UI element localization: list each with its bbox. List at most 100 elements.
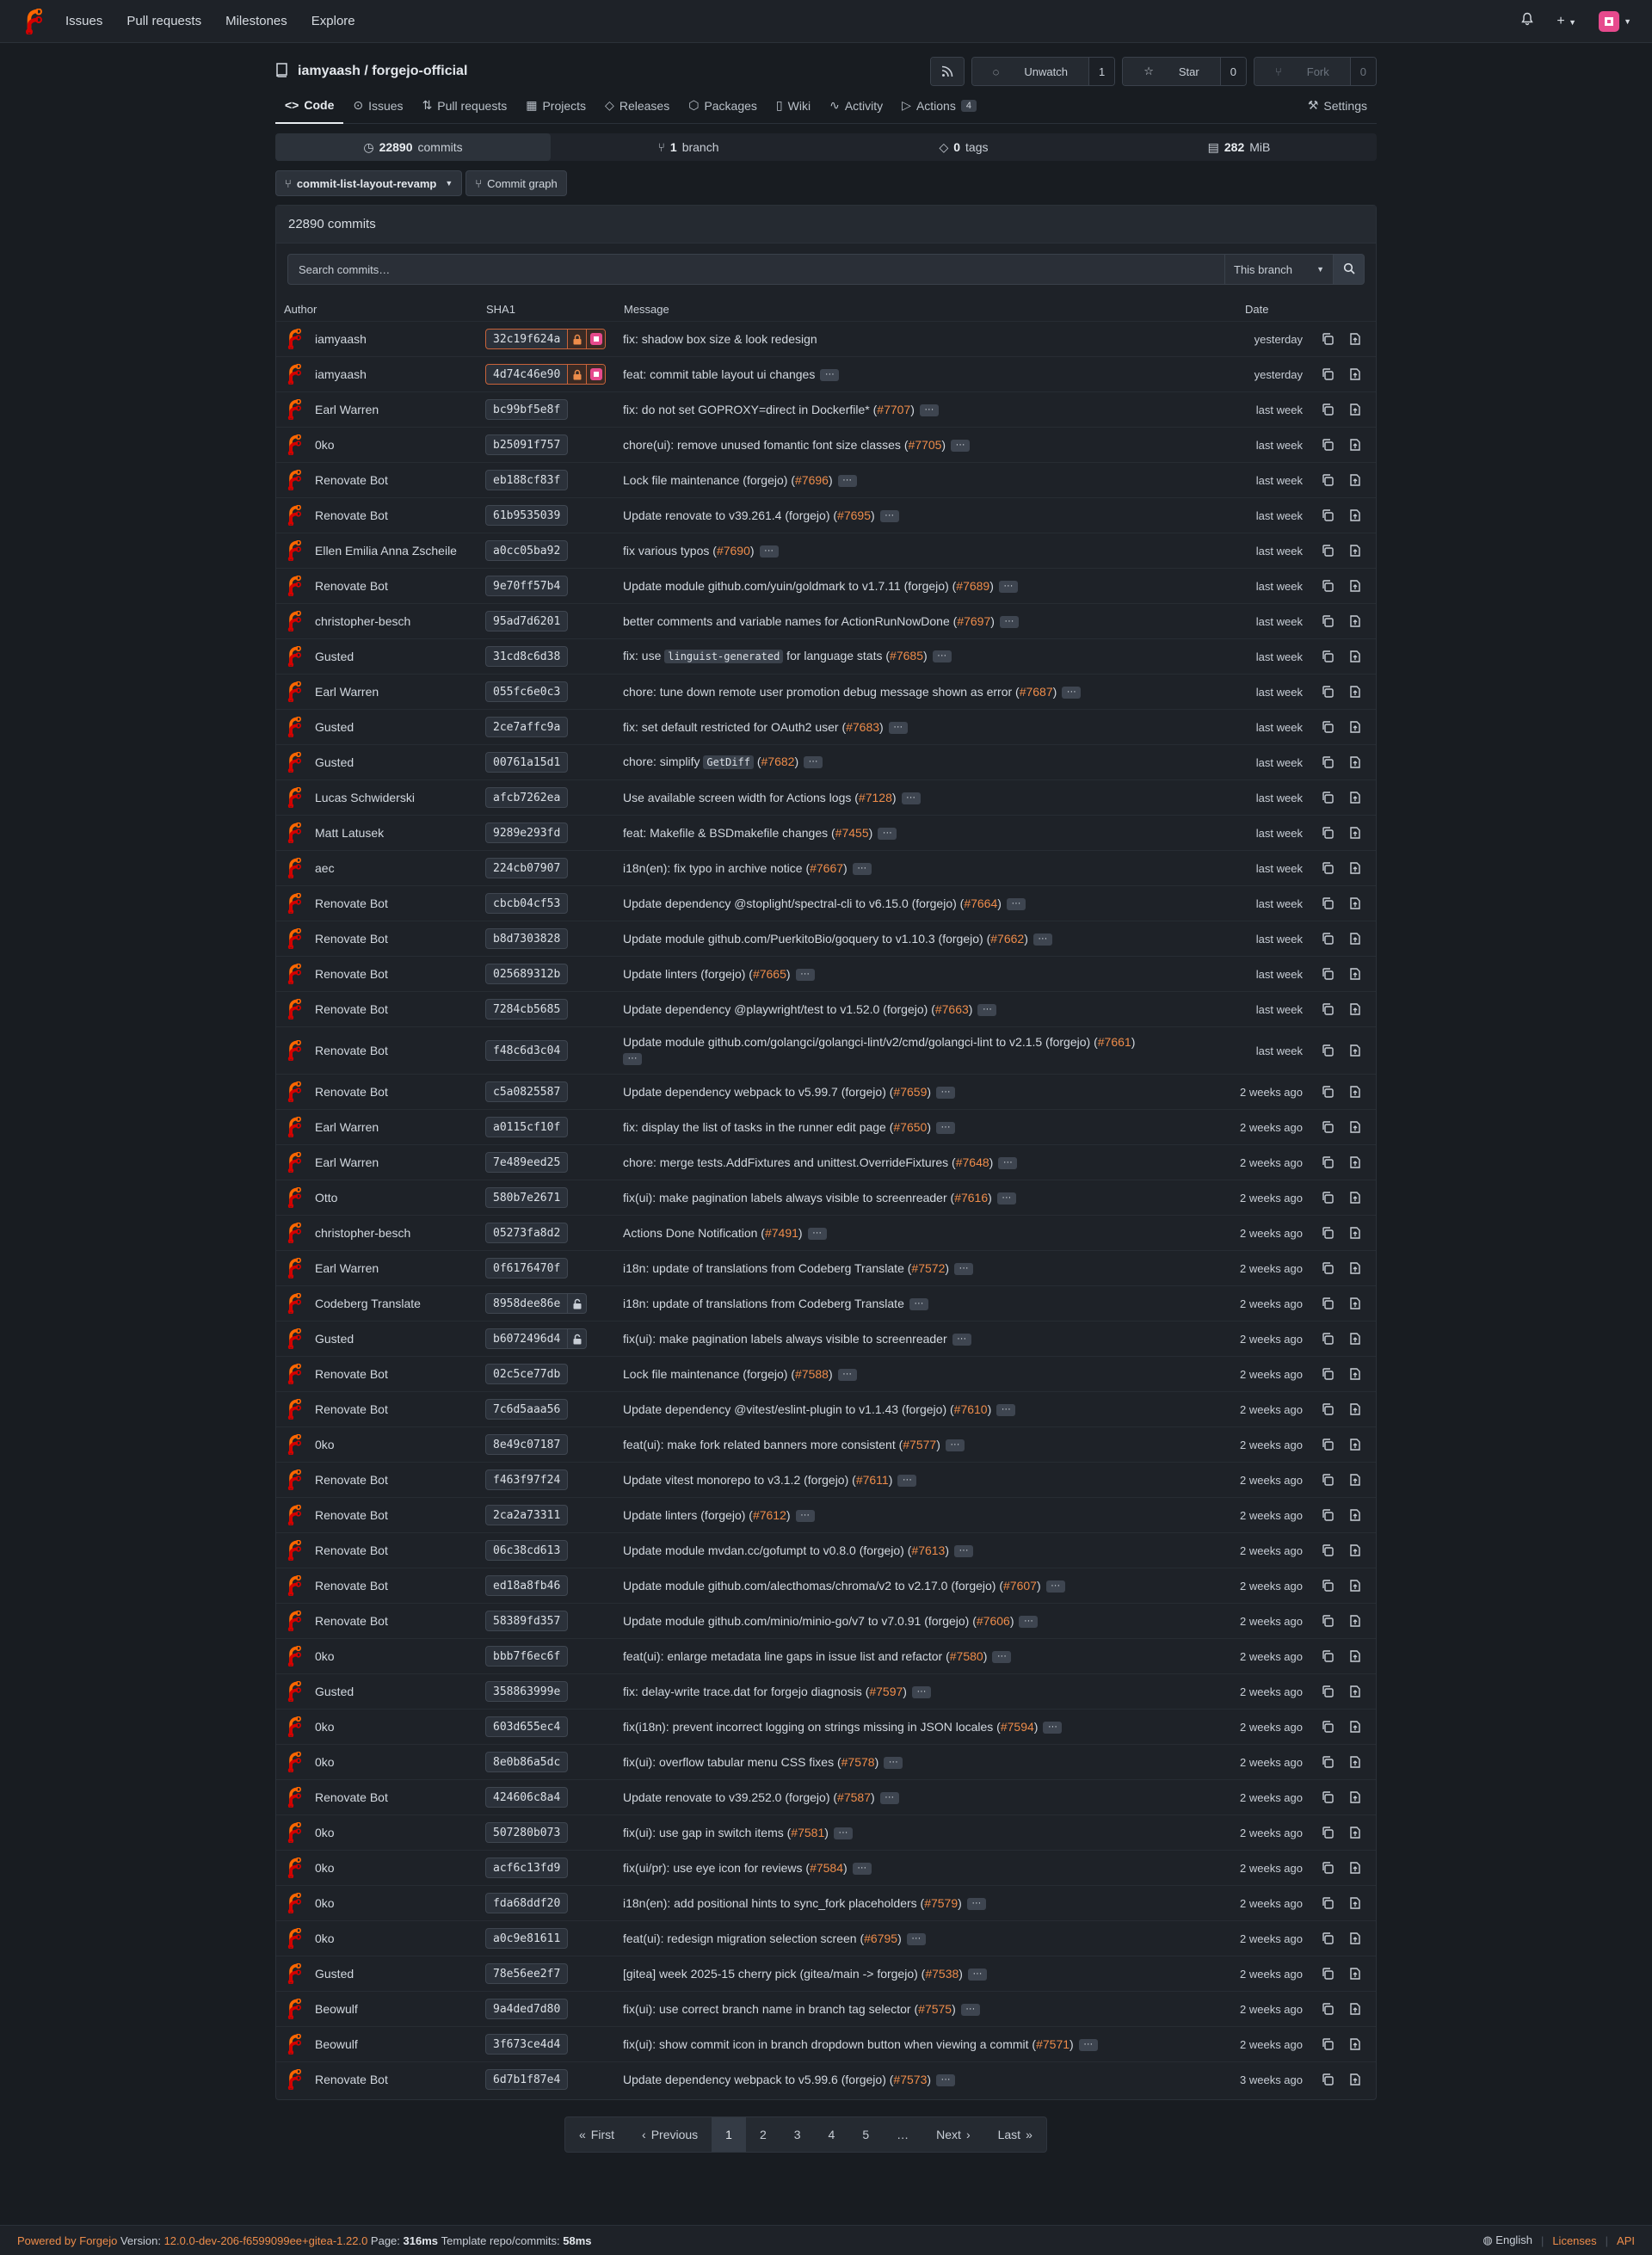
commit-author[interactable]: iamyaash: [315, 332, 367, 346]
browse-files-icon[interactable]: [1348, 791, 1362, 804]
browse-files-icon[interactable]: [1348, 685, 1362, 699]
commit-sha-button[interactable]: 4d74c46e90: [485, 364, 607, 385]
commit-sha-button[interactable]: 32c19f624a: [485, 329, 607, 349]
expand-message-button[interactable]: ···: [906, 1932, 926, 1945]
commit-sha-button[interactable]: 055fc6e0c3: [485, 681, 569, 702]
commit-sha-button[interactable]: 2ce7affc9a: [485, 717, 569, 737]
nav-explore[interactable]: Explore: [311, 14, 355, 28]
expand-message-button[interactable]: ···: [1032, 933, 1052, 946]
copy-sha-icon[interactable]: [1321, 1261, 1335, 1275]
commit-sha-button[interactable]: b8d7303828: [485, 928, 569, 949]
commit-message-link[interactable]: fix(ui): make pagination labels always v…: [623, 1332, 947, 1346]
commit-message-link[interactable]: Update module github.com/minio/minio-go/…: [623, 1614, 977, 1628]
expand-message-button[interactable]: ···: [954, 1544, 974, 1557]
copy-sha-icon[interactable]: [1321, 1932, 1335, 1945]
browse-files-icon[interactable]: [1348, 1191, 1362, 1205]
browse-files-icon[interactable]: [1348, 1896, 1362, 1910]
browse-files-icon[interactable]: [1348, 1155, 1362, 1169]
browse-files-icon[interactable]: [1348, 1579, 1362, 1593]
expand-message-button[interactable]: ···: [804, 756, 823, 769]
commit-author[interactable]: Earl Warren: [315, 1120, 379, 1134]
commit-sha-button[interactable]: 358863999e: [485, 1681, 569, 1702]
expand-message-button[interactable]: ···: [884, 1756, 903, 1769]
pull-request-link[interactable]: #7580: [950, 1649, 983, 1663]
commit-author[interactable]: Renovate Bot: [315, 967, 388, 981]
stat-size[interactable]: ▤ 282 MiB: [1101, 133, 1377, 161]
commit-author[interactable]: Renovate Bot: [315, 1543, 388, 1557]
commit-message-link[interactable]: Update module github.com/golangci/golang…: [623, 1035, 1098, 1049]
commit-message-link[interactable]: i18n: update of translations from Codebe…: [623, 1297, 904, 1310]
copy-sha-icon[interactable]: [1321, 544, 1335, 558]
author-avatar[interactable]: [285, 1222, 304, 1244]
commit-sha-button[interactable]: 0f6176470f: [485, 1258, 569, 1278]
expand-message-button[interactable]: ···: [951, 439, 971, 452]
browse-files-icon[interactable]: [1348, 1402, 1362, 1416]
page-5[interactable]: 5: [848, 2117, 883, 2152]
commit-message-link[interactable]: fix(ui): use correct branch name in bran…: [623, 2002, 918, 2016]
copy-sha-icon[interactable]: [1321, 332, 1335, 346]
version-link[interactable]: 12.0.0-dev-206-f6599099ee+gitea-1.22.0: [164, 2234, 368, 2247]
browse-files-icon[interactable]: [1348, 1826, 1362, 1839]
commit-sha-button[interactable]: cbcb04cf53: [485, 893, 569, 914]
commit-message-link[interactable]: fix: do not set GOPROXY=direct in Docker…: [623, 403, 877, 416]
copy-sha-icon[interactable]: [1321, 1967, 1335, 1981]
pull-request-link[interactable]: #7667: [810, 861, 843, 875]
fork-count[interactable]: 0: [1349, 58, 1376, 85]
commit-message-link[interactable]: fix: shadow box size & look redesign: [623, 332, 817, 346]
commit-author[interactable]: Gusted: [315, 720, 354, 734]
nav-milestones[interactable]: Milestones: [225, 14, 287, 28]
commit-author[interactable]: Beowulf: [315, 2037, 358, 2051]
author-avatar[interactable]: [285, 1716, 304, 1738]
commit-sha-button[interactable]: afcb7262ea: [485, 787, 569, 808]
commit-sha-button[interactable]: 02c5ce77db: [485, 1364, 569, 1384]
browse-files-icon[interactable]: [1348, 403, 1362, 416]
commit-message-link[interactable]: chore: tune down remote user promotion d…: [623, 685, 1020, 699]
pull-request-link[interactable]: #7606: [977, 1614, 1010, 1628]
expand-message-button[interactable]: ···: [936, 1121, 955, 1134]
expand-message-button[interactable]: ···: [936, 1086, 956, 1099]
copy-sha-icon[interactable]: [1321, 1579, 1335, 1593]
commit-author[interactable]: Gusted: [315, 650, 354, 663]
expand-message-button[interactable]: ···: [837, 1368, 857, 1381]
commit-author[interactable]: 0ko: [315, 1755, 335, 1769]
author-avatar[interactable]: [285, 2033, 304, 2055]
commit-author[interactable]: christopher-besch: [315, 614, 410, 628]
copy-sha-icon[interactable]: [1321, 1826, 1335, 1839]
commit-sha-button[interactable]: 3f673ce4d4: [485, 2034, 569, 2055]
pull-request-link[interactable]: #7597: [869, 1685, 903, 1698]
author-avatar[interactable]: [285, 1151, 304, 1174]
tab-pull-requests[interactable]: ⇅ Pull requests: [413, 88, 517, 124]
browse-files-icon[interactable]: [1348, 1044, 1362, 1057]
commit-author[interactable]: Gusted: [315, 755, 354, 769]
expand-message-button[interactable]: ···: [911, 1685, 931, 1698]
expand-message-button[interactable]: ···: [999, 615, 1019, 628]
pull-request-link[interactable]: #7707: [877, 403, 910, 416]
browse-files-icon[interactable]: [1348, 896, 1362, 910]
expand-message-button[interactable]: ···: [954, 1262, 974, 1275]
browse-files-icon[interactable]: [1348, 1473, 1362, 1487]
commit-message-link[interactable]: fix various typos (: [623, 544, 717, 558]
pull-request-link[interactable]: #7683: [846, 720, 879, 734]
pull-request-link[interactable]: #7616: [954, 1191, 988, 1205]
page-first[interactable]: « First: [565, 2117, 628, 2152]
pull-request-link[interactable]: #7579: [924, 1896, 958, 1910]
unwatch-button[interactable]: ◌ Unwatch 1: [971, 57, 1116, 86]
expand-message-button[interactable]: ···: [919, 404, 939, 416]
create-new-menu-icon[interactable]: + ▼: [1556, 14, 1576, 29]
copy-sha-icon[interactable]: [1321, 473, 1335, 487]
commit-author[interactable]: Renovate Bot: [315, 932, 388, 946]
copy-sha-icon[interactable]: [1321, 1861, 1335, 1875]
pull-request-link[interactable]: #7588: [795, 1367, 829, 1381]
copy-sha-icon[interactable]: [1321, 1790, 1335, 1804]
author-avatar[interactable]: [285, 1186, 304, 1209]
expand-message-button[interactable]: ···: [909, 1297, 928, 1310]
commit-message-link[interactable]: Update dependency @playwright/test to v1…: [623, 1002, 935, 1016]
commit-message-link[interactable]: Update linters (forgejo) (: [623, 1508, 753, 1522]
expand-message-button[interactable]: ···: [998, 580, 1018, 593]
commit-sha-button[interactable]: 507280b073: [485, 1822, 569, 1843]
page-1[interactable]: 1: [712, 2117, 746, 2152]
pull-request-link[interactable]: #7573: [893, 2073, 927, 2086]
pull-request-link[interactable]: #7610: [954, 1402, 988, 1416]
copy-sha-icon[interactable]: [1321, 614, 1335, 628]
expand-message-button[interactable]: ···: [759, 545, 779, 558]
